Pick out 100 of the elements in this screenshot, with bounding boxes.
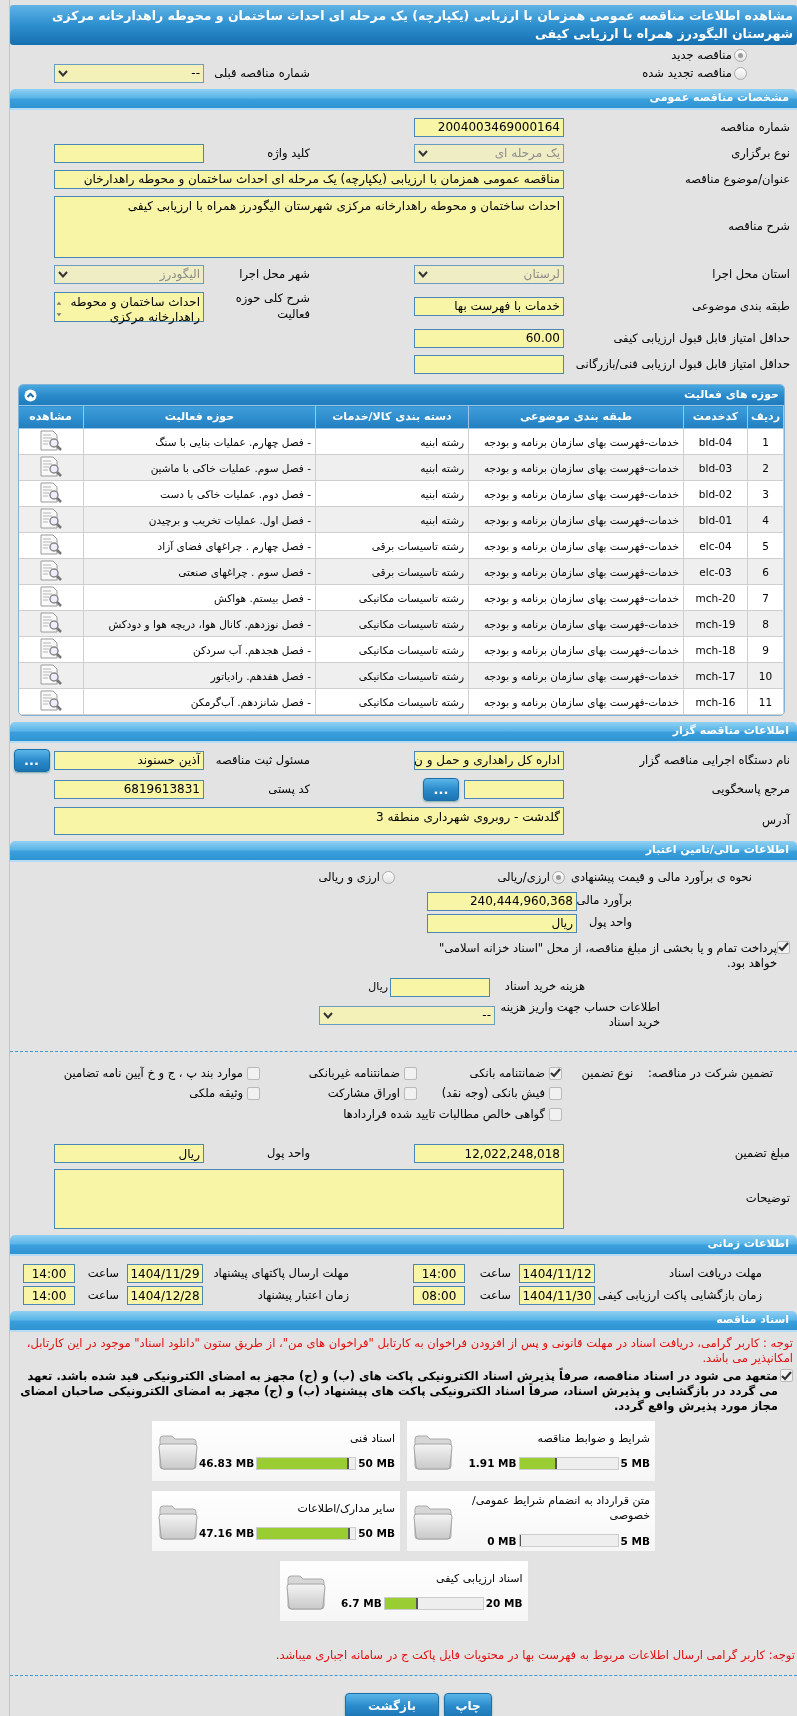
field-label: نحوه ی برآورد مالی و قیمت پیشنهادی bbox=[569, 870, 752, 886]
text-area[interactable]: گلدشت - روبروی شهرداری منطقه 3 bbox=[54, 807, 564, 836]
field-label: ساعت bbox=[86, 1265, 120, 1282]
radio-label: ارزی و ریالی bbox=[318, 870, 380, 886]
table-cell: mch-19 bbox=[683, 610, 748, 637]
checkbox[interactable] bbox=[549, 1087, 562, 1101]
view-document-icon[interactable] bbox=[38, 637, 63, 660]
text-area[interactable]: احداث ساختمان و محوطه راهدارخانه مرکزی شهرستان الیگودرز همراه با ارزیابی کیفی bbox=[54, 196, 564, 258]
section-header: اطلاعات مناقصه گزار bbox=[10, 722, 797, 744]
text-field[interactable] bbox=[414, 355, 564, 375]
field-label: استان محل اجرا bbox=[711, 266, 790, 283]
checkbox[interactable] bbox=[549, 1107, 562, 1121]
view-document-icon[interactable] bbox=[38, 429, 63, 452]
table-cell: 6 bbox=[747, 558, 784, 585]
text-field[interactable]: 240,444,960,368 bbox=[427, 891, 577, 911]
view-document-icon[interactable] bbox=[38, 663, 63, 686]
table-cell: خدمات-فهرست بهای سازمان برنامه و بودجه bbox=[468, 454, 684, 481]
text-field[interactable]: 60.00 bbox=[414, 329, 564, 349]
table-cell: mch-16 bbox=[683, 688, 748, 715]
ellipsis-button[interactable]: ... bbox=[13, 749, 50, 773]
radio-button[interactable] bbox=[552, 871, 565, 885]
view-document-icon[interactable] bbox=[38, 533, 63, 556]
ellipsis-button[interactable]: ... bbox=[423, 778, 459, 802]
view-document-icon[interactable] bbox=[38, 559, 63, 582]
table-cell: - فصل اول. عملیات تخریب و برچیدن bbox=[83, 506, 316, 533]
checkbox[interactable] bbox=[780, 1369, 793, 1383]
table-cell: - فصل هفدهم. رادیاتور bbox=[83, 662, 316, 689]
checkbox[interactable] bbox=[549, 1066, 562, 1080]
table-cell: - فصل بیستم. هواکش bbox=[83, 584, 316, 611]
view-document-icon[interactable] bbox=[38, 481, 63, 504]
table-cell: رشته تاسیسات برقی bbox=[315, 532, 469, 559]
date-field[interactable]: 1404/11/30 bbox=[519, 1286, 595, 1306]
checkbox-label: فیش بانکی (وجه نقد) bbox=[441, 1086, 545, 1102]
document-title: اسناد ارزیابی کیفی bbox=[435, 1571, 523, 1587]
text-field[interactable]: 12,022,248,018 bbox=[414, 1144, 564, 1164]
action-button[interactable]: چاپ bbox=[444, 1692, 492, 1716]
view-document-icon[interactable] bbox=[38, 507, 63, 530]
checkbox[interactable] bbox=[247, 1087, 260, 1101]
dropdown[interactable]: -- bbox=[54, 64, 204, 83]
radio-button[interactable] bbox=[382, 871, 395, 885]
radio-button[interactable] bbox=[734, 49, 747, 62]
time-field[interactable]: 14:00 bbox=[23, 1286, 75, 1306]
action-button[interactable]: بازگشت bbox=[345, 1692, 439, 1716]
section-header: اسناد مناقصه bbox=[10, 1311, 797, 1333]
collapse-icon[interactable] bbox=[24, 388, 37, 402]
date-field[interactable]: 1404/12/28 bbox=[127, 1286, 203, 1306]
field-label: زمان بازگشایی پاکت ارزیابی کیفی bbox=[596, 1287, 762, 1304]
unit-label: ریال bbox=[368, 979, 388, 995]
checkbox[interactable] bbox=[777, 940, 790, 954]
checkbox[interactable] bbox=[404, 1066, 417, 1080]
column-header: کدخدمت bbox=[683, 405, 748, 429]
chevron-icon bbox=[58, 70, 68, 77]
text-field[interactable]: آذین حسنوند bbox=[54, 751, 204, 771]
table-cell: رشته ابنیه bbox=[315, 506, 469, 533]
field-label: کد پستی bbox=[267, 781, 310, 798]
text-field[interactable] bbox=[464, 780, 564, 800]
field-label: ساعت bbox=[86, 1287, 120, 1304]
field-label: شماره مناقصه bbox=[719, 119, 790, 136]
document-title: متن قرارداد به انضمام شرایط عمومی/خصوصی bbox=[471, 1494, 650, 1524]
table-cell: 3 bbox=[747, 480, 784, 507]
date-field[interactable]: 1404/11/12 bbox=[519, 1264, 595, 1284]
checkbox-label: پرداخت تمام و یا بخشی از مبلغ مناقصه، از محل "اسناد خزانه اسلامی" خواهد بود. bbox=[437, 940, 777, 972]
text-field[interactable]: مناقصه عمومی همزمان با ارزیابی (یکپارچه) یک مرحله ای احداث ساختمان و محوطه راهدارخان bbox=[54, 170, 564, 189]
text-field[interactable] bbox=[390, 977, 490, 997]
time-field[interactable]: 08:00 bbox=[413, 1286, 465, 1306]
table-cell: bld-01 bbox=[683, 506, 748, 533]
view-document-icon[interactable] bbox=[38, 455, 63, 478]
chevron-icon bbox=[58, 271, 68, 278]
field-label: نوع برگزاری bbox=[730, 145, 790, 162]
tick-icon bbox=[778, 942, 789, 953]
checkbox[interactable] bbox=[247, 1066, 260, 1080]
table-cell: elc-04 bbox=[683, 532, 748, 559]
size-label: 6.7 MB bbox=[341, 1596, 382, 1611]
checkbox[interactable] bbox=[404, 1087, 417, 1101]
text-field[interactable]: 6819613831 bbox=[54, 780, 204, 800]
text-field[interactable]: اداره کل راهداری و حمل و ن bbox=[414, 751, 564, 771]
document-title: اسناد فنی bbox=[348, 1431, 395, 1447]
size-label: 0 MB bbox=[487, 1533, 517, 1549]
radio-button[interactable] bbox=[734, 67, 747, 80]
view-document-icon[interactable] bbox=[38, 689, 63, 712]
commitment-text: متعهد می شود در اسناد مناقصه، صرفاً پذیرش اسناد الکترونیکی پاکت های (ب) و (ج) مجهز به امضای الکترونیکی قید شده باشد. تعهد می گردد در بازگشایی و پذیرش اسناد، صرفاً اسناد الکترونیکی پاکت های پیشنهاد (ب) و (ج) مجهز به امضای الکترونیکی صاحبان امضای مجاز مورد پذیرش واقع گردد. bbox=[19, 1369, 778, 1415]
view-document-icon[interactable] bbox=[38, 611, 63, 634]
text-field[interactable] bbox=[54, 144, 204, 163]
notice-text: توجه: کاربر گرامی ارسال اطلاعات مربوط به فهرست بها در محتویات فایل پاکت ج در سامانه اجباری میباشد. bbox=[274, 1648, 796, 1664]
field-label: شرح کلی حوزه فعالیت bbox=[234, 291, 310, 323]
view-document-icon[interactable] bbox=[38, 585, 63, 608]
text-area[interactable] bbox=[54, 1169, 564, 1230]
document-title: شرایط و ضوابط مناقصه bbox=[536, 1431, 650, 1447]
dropdown[interactable]: -- bbox=[319, 1005, 495, 1025]
field-label: شرح مناقصه bbox=[727, 219, 790, 235]
text-field[interactable]: ریال bbox=[54, 1144, 204, 1164]
text-field[interactable]: ریال bbox=[427, 913, 577, 933]
table-cell: 7 bbox=[747, 584, 784, 611]
date-field[interactable]: 1404/11/29 bbox=[127, 1264, 203, 1284]
checkbox-label: وثیقه ملکی bbox=[189, 1086, 243, 1102]
text-field[interactable]: خدمات با فهرست بها bbox=[414, 297, 564, 316]
table-cell: 2 bbox=[747, 454, 784, 481]
time-field[interactable]: 14:00 bbox=[23, 1264, 75, 1284]
time-field[interactable]: 14:00 bbox=[413, 1264, 465, 1284]
text-field[interactable]: 2004003469000164 bbox=[414, 118, 564, 137]
